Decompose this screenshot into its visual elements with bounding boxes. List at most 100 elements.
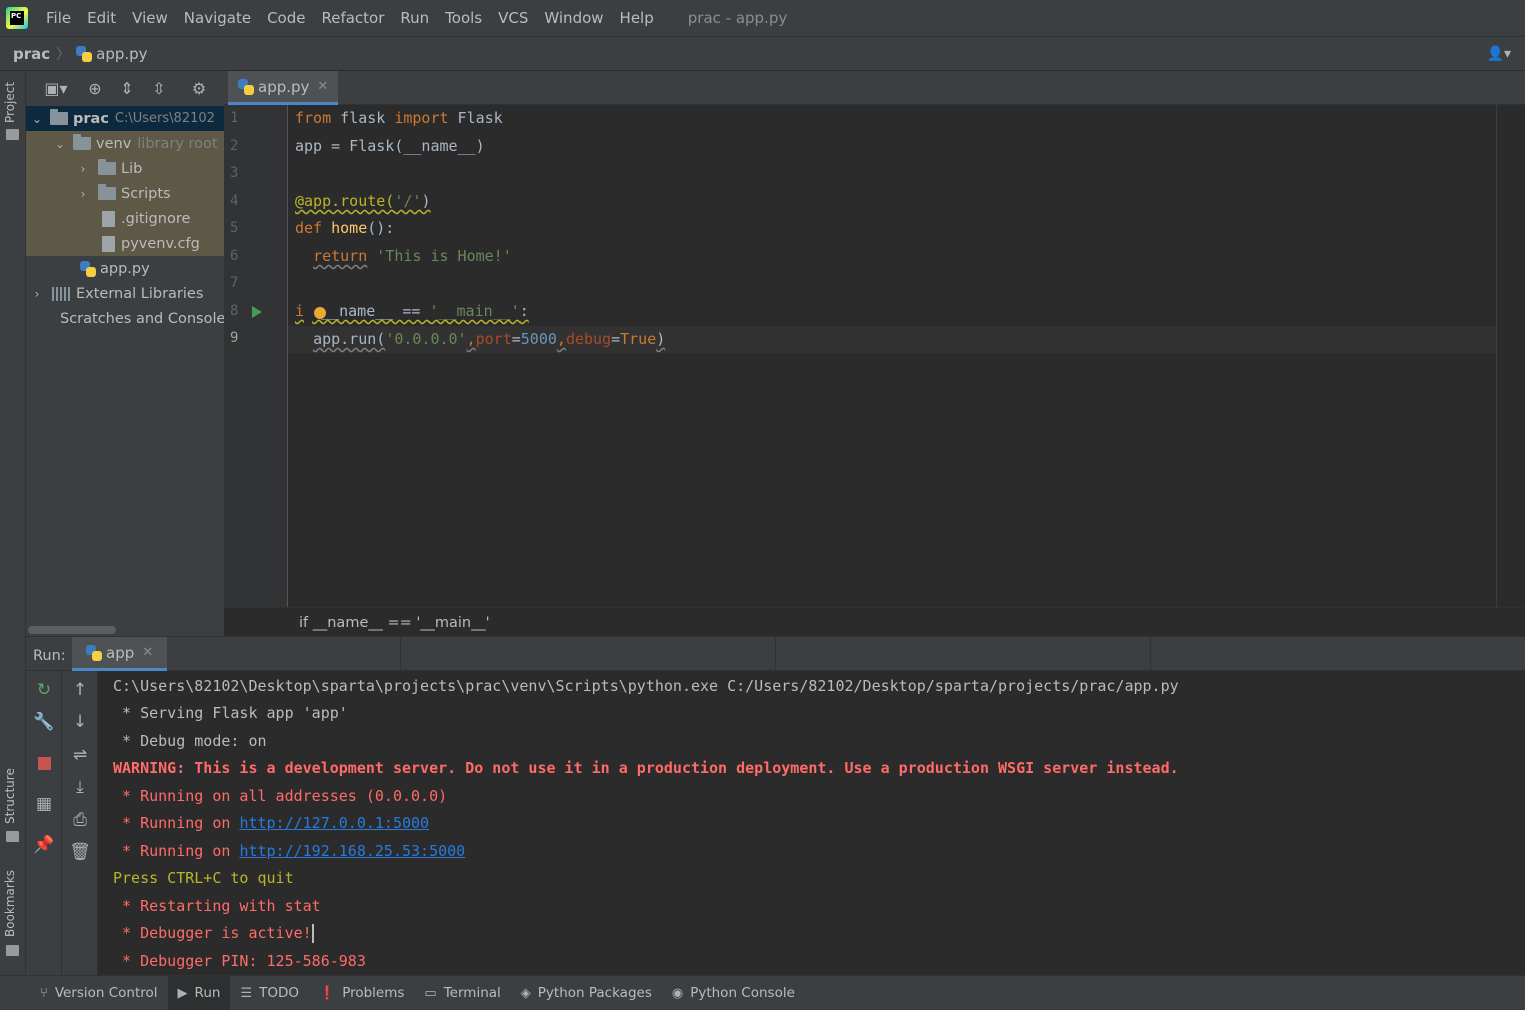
tool-window-problems[interactable]: ❗ Problems <box>309 976 414 1010</box>
tool-window-bar: ⑂ Version Control ▶ Run ☰ TODO ❗ Problems ▭ T… <box>0 975 1525 1010</box>
close-icon[interactable]: ✕ <box>142 645 153 660</box>
menu-navigate[interactable]: Navigate <box>176 9 259 27</box>
code-line-8: i __name__ == '__main__': <box>295 302 529 320</box>
folder-icon <box>98 184 116 200</box>
line-number: 8 <box>230 303 239 319</box>
editor-tab-app-py[interactable]: app.py ✕ <box>228 71 339 105</box>
console-line: * Restarting with stat <box>113 897 321 915</box>
tool-window-run[interactable]: ▶ Run <box>167 975 231 1010</box>
user-account-icon[interactable]: 👤▾ <box>1487 46 1511 62</box>
project-tool-tab[interactable]: Project <box>3 82 17 123</box>
code-editor[interactable]: from flask import Flask app = Flask(__na… <box>288 105 1496 607</box>
code-line-2: app = Flask(__name__) <box>295 137 485 155</box>
tool-window-terminal[interactable]: ▭ Terminal <box>414 976 510 1010</box>
structure-icon <box>6 831 19 842</box>
pycharm-logo-icon: PC <box>6 7 28 29</box>
left-tool-stripe: Project Structure Bookmarks <box>0 71 26 975</box>
menu-run[interactable]: Run <box>392 9 437 27</box>
chevron-down-icon: ⌄ <box>54 136 66 151</box>
soft-wrap-icon[interactable]: ⇌ <box>68 743 92 767</box>
tool-window-python-console[interactable]: ◉ Python Console <box>662 976 805 1010</box>
tree-item-gitignore[interactable]: .gitignore <box>26 206 224 231</box>
project-toolbar: ▣▾ ⊕ ⇕ ⇳ ⚙ <box>26 71 224 105</box>
menu-code[interactable]: Code <box>259 9 313 27</box>
tool-window-version-control[interactable]: ⑂ Version Control <box>30 976 168 1010</box>
breadcrumb-separator-icon: 〉 <box>56 46 71 63</box>
tree-root-path: C:\Users\82102 <box>114 111 215 126</box>
run-panel-header: Run: app ✕ <box>26 636 1525 671</box>
pin-tab-icon[interactable]: 📌 <box>32 833 56 857</box>
scroll-up-icon[interactable]: ↑ <box>68 678 92 702</box>
structure-tool-tab[interactable]: Structure <box>3 768 17 824</box>
menu-window[interactable]: Window <box>536 9 611 27</box>
project-horizontal-scrollbar[interactable] <box>28 626 116 634</box>
menu-tools[interactable]: Tools <box>437 9 490 27</box>
chevron-down-icon: ⌄ <box>31 111 43 126</box>
breadcrumb-project[interactable]: prac <box>13 45 50 63</box>
code-line-9: app.run('0.0.0.0',port=5000,debug=True) <box>313 330 666 348</box>
run-tab-app[interactable]: app ✕ <box>72 637 168 671</box>
tree-item-app-py[interactable]: app.py <box>26 256 224 281</box>
scroll-to-end-icon[interactable]: ⤓ <box>68 775 92 799</box>
tree-item-scripts[interactable]: › Scripts <box>26 181 224 206</box>
tool-window-label: Run <box>194 985 221 1001</box>
tool-window-label: Version Control <box>54 985 158 1001</box>
console-link-lan[interactable]: http://192.168.25.53:5000 <box>239 842 465 860</box>
run-icon: ▶ <box>177 985 188 1001</box>
python-run-icon <box>86 644 102 661</box>
tool-window-label: TODO <box>259 985 299 1001</box>
layout-icon[interactable]: ▦ <box>32 792 56 816</box>
run-console-output[interactable]: C:\Users\82102\Desktop\sparta\projects\p… <box>98 671 1525 975</box>
run-gutter-arrow-icon[interactable] <box>252 306 262 318</box>
file-icon <box>102 210 115 227</box>
project-folder-icon <box>6 129 19 140</box>
tree-item-lib[interactable]: › Lib <box>26 156 224 181</box>
expand-all-icon[interactable]: ⇕ <box>114 75 140 101</box>
version-control-icon: ⑂ <box>40 985 48 1001</box>
console-link-localhost[interactable]: http://127.0.0.1:5000 <box>239 814 429 832</box>
intention-bulb-icon[interactable] <box>314 307 326 319</box>
tool-window-todo[interactable]: ☰ TODO <box>230 976 309 1010</box>
collapse-all-icon[interactable]: ⇳ <box>146 75 172 101</box>
menu-vcs[interactable]: VCS <box>490 9 536 27</box>
clear-all-trash-icon[interactable]: 🗑 <box>68 840 92 864</box>
scroll-down-icon[interactable]: ↓ <box>68 710 92 734</box>
tree-item-root[interactable]: ⌄ prac C:\Users\82102 <box>26 106 224 131</box>
tree-item-venv[interactable]: ⌄ venv library root <box>26 131 224 156</box>
tree-venv-note: library root <box>137 135 218 152</box>
menu-file[interactable]: File <box>38 9 79 27</box>
project-view-dropdown-icon[interactable]: ▣▾ <box>36 75 76 101</box>
breadcrumb-scope[interactable]: if __name__ == '__main__' <box>299 615 490 631</box>
rerun-icon[interactable]: ↻ <box>32 678 56 702</box>
breadcrumb-file[interactable]: app.py <box>76 45 148 63</box>
editor-breadcrumbs: if __name__ == '__main__' <box>224 607 1525 636</box>
python-file-icon <box>80 260 96 277</box>
print-icon[interactable]: ⎙ <box>68 808 92 832</box>
tree-item-scratches[interactable]: Scratches and Consoles <box>26 306 224 331</box>
locate-file-icon[interactable]: ⊕ <box>82 75 108 101</box>
tree-lib-label: Lib <box>121 160 143 177</box>
bookmarks-tool-tab[interactable]: Bookmarks <box>3 870 17 937</box>
menu-view[interactable]: View <box>124 9 176 27</box>
menu-refactor[interactable]: Refactor <box>313 9 392 27</box>
console-line: Press CTRL+C to quit <box>113 869 294 887</box>
line-number: 3 <box>230 165 239 181</box>
tool-window-python-packages[interactable]: ◈ Python Packages <box>511 976 662 1010</box>
logo-text: PC <box>10 11 24 25</box>
library-icon <box>52 286 70 301</box>
editor-gutter: 1 2 3 4 5 6 7 8 9 <box>224 105 288 607</box>
stop-icon[interactable] <box>32 751 56 775</box>
tree-item-pyvenv[interactable]: pyvenv.cfg <box>26 231 224 256</box>
close-icon[interactable]: ✕ <box>317 79 328 94</box>
text-caret <box>311 924 314 943</box>
tool-window-label: Problems <box>342 985 405 1001</box>
edit-configuration-icon[interactable]: 🔧 <box>32 710 56 734</box>
console-warning-line: WARNING: This is a development server. D… <box>113 759 1179 777</box>
tool-window-label: Python Console <box>690 985 795 1001</box>
menu-help[interactable]: Help <box>612 9 662 27</box>
problems-icon: ❗ <box>319 985 336 1001</box>
menu-edit[interactable]: Edit <box>79 9 124 27</box>
settings-gear-icon[interactable]: ⚙ <box>186 75 212 101</box>
tool-window-label: Terminal <box>443 985 501 1001</box>
tree-item-external-libraries[interactable]: › External Libraries <box>26 281 224 306</box>
